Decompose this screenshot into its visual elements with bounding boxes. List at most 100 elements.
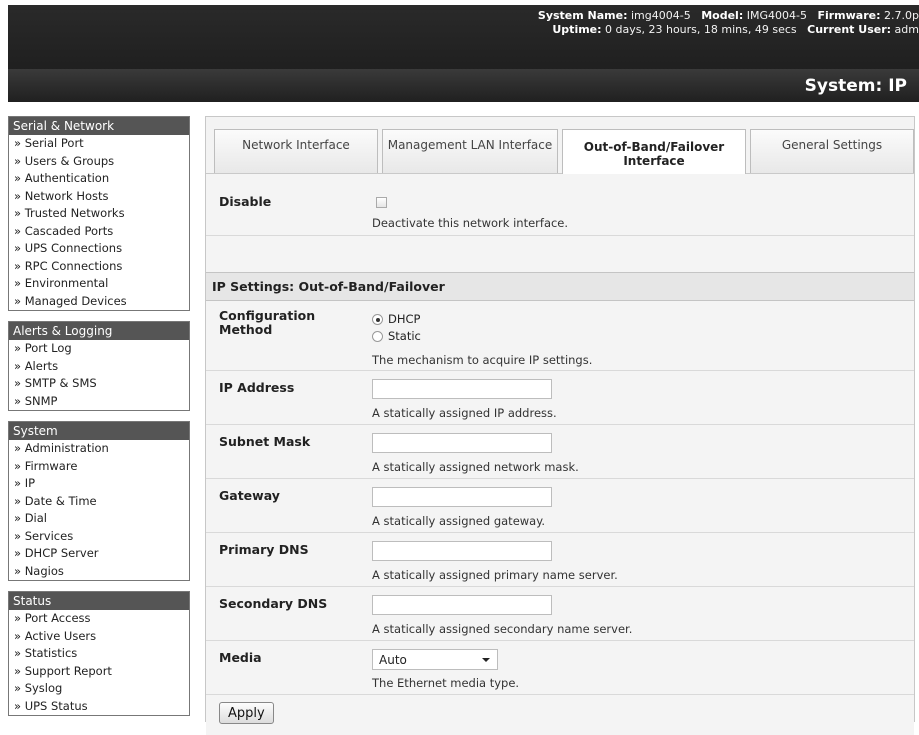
system-info-line-2: Uptime: 0 days, 23 hours, 18 mins, 49 se… [538,23,919,37]
ip-address-label: IP Address [219,380,295,395]
primary-dns-input[interactable] [372,541,552,561]
sidebar-item-nagios[interactable]: » Nagios [9,563,189,581]
current-user-value: adm [894,23,919,36]
ip-address-row: IP Address A statically assigned IP addr… [206,371,914,425]
menu-status: Status » Port Access » Active Users » St… [8,591,190,716]
media-label: Media [219,650,262,665]
sidebar-item-authentication[interactable]: » Authentication [9,170,189,188]
system-info: System Name: img4004-5 Model: IMG4004-5 … [538,9,919,37]
sidebar-item-environmental[interactable]: » Environmental [9,275,189,293]
current-user-label: Current User: [807,23,892,36]
main-panel: Network Interface Management LAN Interfa… [205,116,915,735]
menu-title: System [9,422,189,440]
subnet-mask-row: Subnet Mask A statically assigned networ… [206,425,914,479]
sidebar-item-snmp[interactable]: » SNMP [9,393,189,411]
primary-dns-label: Primary DNS [219,542,309,557]
chevron-down-icon [482,658,490,662]
subnet-mask-help: A statically assigned network mask. [372,460,579,474]
media-row: Media Auto The Ethernet media type. [206,641,914,695]
menu-title: Alerts & Logging [9,322,189,340]
system-info-line-1: System Name: img4004-5 Model: IMG4004-5 … [538,9,919,23]
tab-general-settings[interactable]: General Settings [750,129,914,173]
header-bar: System Name: img4004-5 Model: IMG4004-5 … [8,5,919,102]
sidebar: Serial & Network » Serial Port » Users &… [8,116,190,716]
primary-dns-help: A statically assigned primary name serve… [372,568,618,582]
uptime-label: Uptime: [552,23,602,36]
sidebar-item-date-time[interactable]: » Date & Time [9,493,189,511]
sidebar-item-ups-connections[interactable]: » UPS Connections [9,240,189,258]
model-value: IMG4004-5 [746,9,807,22]
sidebar-item-firmware[interactable]: » Firmware [9,458,189,476]
sidebar-item-dial[interactable]: » Dial [9,510,189,528]
sidebar-item-network-hosts[interactable]: » Network Hosts [9,188,189,206]
secondary-dns-row: Secondary DNS A statically assigned seco… [206,587,914,641]
ip-address-input[interactable] [372,379,552,399]
form-content: Disable Deactivate this network interfac… [206,174,914,735]
sidebar-item-statistics[interactable]: » Statistics [9,645,189,663]
sidebar-item-cascaded-ports[interactable]: » Cascaded Ports [9,223,189,241]
menu-system: System » Administration » Firmware » IP … [8,421,190,581]
sidebar-item-rpc-connections[interactable]: » RPC Connections [9,258,189,276]
tab-network-interface[interactable]: Network Interface [214,129,378,173]
sidebar-item-smtp-sms[interactable]: » SMTP & SMS [9,375,189,393]
config-method-row: Configuration Method DHCP Static The mec… [206,301,914,371]
radio-dhcp[interactable] [372,314,383,325]
gateway-help: A statically assigned gateway. [372,514,546,528]
config-method-options: DHCP Static [372,311,421,345]
gateway-label: Gateway [219,488,280,503]
sidebar-item-dhcp-server[interactable]: » DHCP Server [9,545,189,563]
sidebar-item-syslog[interactable]: » Syslog [9,680,189,698]
sidebar-item-alerts[interactable]: » Alerts [9,358,189,376]
sidebar-item-trusted-networks[interactable]: » Trusted Networks [9,205,189,223]
menu-serial-network: Serial & Network » Serial Port » Users &… [8,116,190,311]
sidebar-item-support-report[interactable]: » Support Report [9,663,189,681]
system-name-label: System Name: [537,9,628,22]
spacer-row [206,236,914,272]
media-help: The Ethernet media type. [372,676,520,690]
apply-row: Apply [206,695,914,735]
section-title: IP Settings: Out-of-Band/Failover [206,272,914,301]
gateway-input[interactable] [372,487,552,507]
tab-out-of-band-failover-interface[interactable]: Out-of-Band/Failover Interface [562,129,746,174]
radio-static[interactable] [372,331,383,342]
model-label: Model: [701,9,744,22]
subnet-mask-input[interactable] [372,433,552,453]
menu-title: Serial & Network [9,117,189,135]
sidebar-item-ip[interactable]: » IP [9,475,189,493]
config-method-help: The mechanism to acquire IP settings. [372,353,593,367]
disable-checkbox[interactable] [376,197,387,208]
firmware-label: Firmware: [817,9,881,22]
sidebar-item-managed-devices[interactable]: » Managed Devices [9,293,189,311]
disable-row: Disable Deactivate this network interfac… [206,174,914,236]
gateway-row: Gateway A statically assigned gateway. [206,479,914,533]
sidebar-item-ups-status[interactable]: » UPS Status [9,698,189,716]
sidebar-item-administration[interactable]: » Administration [9,440,189,458]
primary-dns-row: Primary DNS A statically assigned primar… [206,533,914,587]
secondary-dns-help: A statically assigned secondary name ser… [372,622,633,636]
secondary-dns-label: Secondary DNS [219,596,328,611]
radio-dhcp-label: DHCP [388,312,421,326]
media-select[interactable]: Auto [372,649,498,670]
secondary-dns-input[interactable] [372,595,552,615]
radio-dhcp-line[interactable]: DHCP [372,311,421,328]
sidebar-item-port-log[interactable]: » Port Log [9,340,189,358]
sidebar-item-users-groups[interactable]: » Users & Groups [9,153,189,171]
media-select-value: Auto [379,653,407,667]
header-title-band [8,69,919,102]
tab-management-lan-interface[interactable]: Management LAN Interface [382,129,558,173]
ip-address-help: A statically assigned IP address. [372,406,557,420]
radio-static-line[interactable]: Static [372,328,421,345]
sidebar-item-services[interactable]: » Services [9,528,189,546]
page-title: System: IP [804,76,907,96]
firmware-value: 2.7.0p [884,9,919,22]
radio-static-label: Static [388,329,421,343]
sidebar-item-port-access[interactable]: » Port Access [9,610,189,628]
sidebar-item-active-users[interactable]: » Active Users [9,628,189,646]
sidebar-item-serial-port[interactable]: » Serial Port [9,135,189,153]
menu-title: Status [9,592,189,610]
disable-label: Disable [219,194,272,209]
config-method-label: Configuration Method [219,308,316,337]
disable-help: Deactivate this network interface. [372,216,569,230]
menu-alerts-logging: Alerts & Logging » Port Log » Alerts » S… [8,321,190,411]
subnet-mask-label: Subnet Mask [219,434,311,449]
